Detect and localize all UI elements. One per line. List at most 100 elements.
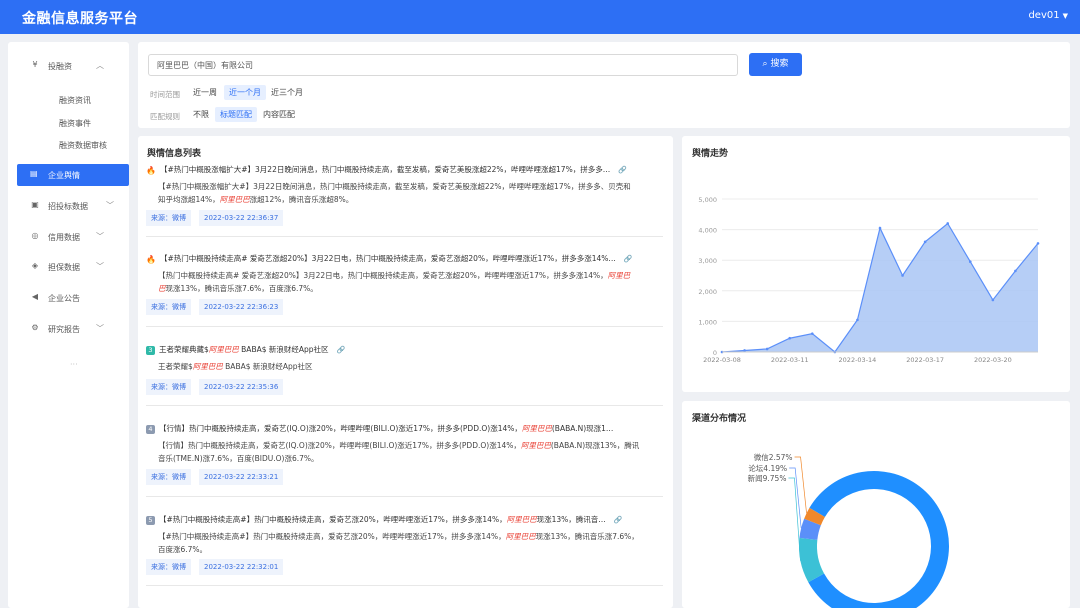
chevron-up-icon: ︿	[96, 61, 104, 70]
gear-icon: ⚙	[31, 323, 39, 332]
sidebar-item-sentiment[interactable]: ▤ 企业舆情	[17, 164, 129, 186]
news-icon: ▤	[30, 169, 38, 178]
y-tick-label: 2,000	[698, 288, 717, 296]
source-tag: 来源：微博	[146, 469, 191, 485]
divider	[146, 236, 663, 237]
item-body: 【#热门中概股持续走高#】热门中概股持续走高，爱奇艺涨20%，哔哩哔哩涨近17%…	[158, 532, 639, 554]
source-tag: 来源：微博	[146, 299, 191, 315]
x-tick-label: 2022-03-20	[974, 356, 1012, 364]
x-tick-label: 2022-03-11	[771, 356, 809, 364]
sidebar-collapse-toggle[interactable]: ···	[70, 360, 78, 369]
slice-leader-line	[789, 467, 802, 529]
y-tick-label: 3,000	[698, 257, 717, 265]
item-title[interactable]: 🔥 【#热门中概股涨幅扩大#】3月22日晚间消息，热门中概股持续走高，截至发稿，爱…	[146, 164, 646, 175]
data-point[interactable]	[901, 274, 904, 277]
data-point[interactable]	[991, 298, 995, 302]
chevron-down-icon: ﹀	[106, 201, 114, 210]
search-panel: 阿里巴巴（中国）有限公司 ⌕ 搜索 时间范围 近一周 近一个月 近三个月 匹配规…	[138, 42, 1070, 128]
sidebar-item-bidding[interactable]: ▣ 招投标数据 ﹀	[8, 195, 129, 217]
user-menu[interactable]: dev01 ▼	[1028, 10, 1068, 21]
credit-icon: ◎	[31, 231, 39, 240]
fire-icon: 🔥	[146, 254, 156, 264]
link-icon[interactable]: 🔗	[337, 346, 346, 354]
data-point[interactable]	[788, 336, 792, 340]
sidebar-item-label: 招投标数据	[48, 202, 88, 211]
item-title[interactable]: 4 【行情】热门中概股持续走高，爱奇艺(IQ.O)涨20%，哔哩哔哩(BILI.O…	[146, 423, 646, 434]
chevron-down-icon: ﹀	[96, 324, 104, 333]
time-option-3months[interactable]: 近三个月	[266, 85, 308, 100]
search-button[interactable]: ⌕ 搜索	[749, 53, 802, 76]
data-point[interactable]	[743, 349, 746, 352]
data-point[interactable]	[765, 347, 769, 351]
y-tick-label: 4,000	[698, 227, 717, 235]
slice-label: 论坛4.19%	[748, 463, 787, 473]
pie-slice-微博[interactable]	[808, 471, 949, 608]
match-option-content[interactable]: 内容匹配	[258, 107, 300, 122]
source-tag: 来源：微博	[146, 559, 191, 575]
data-point[interactable]	[946, 222, 950, 225]
chevron-down-icon: ﹀	[96, 262, 104, 271]
match-option-any[interactable]: 不限	[188, 107, 214, 122]
megaphone-icon: ◀	[31, 292, 39, 301]
chevron-down-icon: ﹀	[96, 232, 104, 241]
sidebar-item-announcements[interactable]: ◀ 企业公告	[8, 287, 129, 309]
keyword-highlight: 阿里巴	[607, 271, 631, 280]
sidebar-item-label: 信用数据	[48, 233, 80, 242]
chevron-down-icon: ▼	[1062, 12, 1068, 20]
sidebar-sub-financing-events[interactable]: 融资事件	[59, 118, 91, 129]
data-point[interactable]	[810, 332, 814, 335]
keyword-highlight: 阿里巴巴	[521, 424, 552, 433]
slice-leader-line	[788, 477, 801, 561]
y-tick-label: 1,000	[698, 318, 717, 326]
data-point[interactable]	[856, 318, 859, 322]
data-point[interactable]	[923, 240, 927, 244]
match-option-title[interactable]: 标题匹配	[215, 107, 257, 122]
match-rule-label: 匹配规则	[150, 112, 180, 121]
x-tick-label: 2022-03-17	[906, 356, 944, 364]
sentiment-list-panel: 舆情信息列表 🔥 【#热门中概股涨幅扩大#】3月22日晚间消息，热门中概股持续走高…	[138, 136, 673, 608]
sidebar-item-research[interactable]: ⚙ 研究报告 ﹀	[8, 318, 129, 340]
sidebar-item-label: 担保数据	[48, 263, 80, 272]
keyword-highlight: 巴	[158, 284, 166, 293]
time-option-month[interactable]: 近一个月	[224, 85, 266, 100]
link-icon[interactable]: 🔗	[618, 166, 627, 174]
link-icon[interactable]: 🔗	[614, 516, 623, 524]
link-icon[interactable]: 🔗	[624, 255, 633, 263]
item-title[interactable]: 🔥 【#热门中概股持续走高# 爱奇艺涨超20%】3月22日电，热门中概股持续走高，…	[146, 253, 646, 264]
item-body: 【行情】热门中概股持续走高，爱奇艺(IQ.O)涨20%，哔哩哔哩(BILI.O)…	[158, 441, 640, 463]
money-icon: ¥	[32, 60, 38, 69]
time-tag: 2022-03-22 22:36:23	[199, 299, 284, 315]
rank-badge: 3	[146, 345, 155, 355]
data-point[interactable]	[1014, 269, 1017, 273]
sidebar-sub-financing-news[interactable]: 融资资讯	[59, 95, 91, 106]
search-input[interactable]: 阿里巴巴（中国）有限公司	[148, 54, 738, 76]
item-title[interactable]: 5 【#热门中概股持续走高#】热门中概股持续走高，爱奇艺涨20%，哔哩哔哩涨近17…	[146, 514, 646, 525]
item-body: 【热门中概股持续走高# 爱奇艺涨超20%】3月22日电，热门中概股持续走高，爱奇…	[158, 271, 631, 293]
search-button-label: 搜索	[770, 59, 789, 69]
bid-icon: ▣	[31, 200, 39, 209]
sidebar-sub-financing-review[interactable]: 融资数据审核	[59, 140, 107, 151]
data-point[interactable]	[878, 226, 882, 230]
top-bar: 金融信息服务平台 dev01 ▼	[0, 0, 1080, 34]
source-tag: 来源：微博	[146, 379, 191, 395]
data-point[interactable]	[1036, 242, 1040, 245]
time-option-week[interactable]: 近一周	[188, 85, 222, 100]
sidebar-item-guarantee[interactable]: ◈ 担保数据 ﹀	[8, 256, 129, 278]
pie-slice-新闻[interactable]	[799, 537, 825, 583]
divider	[146, 326, 663, 327]
rank-badge: 4	[146, 424, 155, 434]
sidebar-item-label: 企业公告	[48, 294, 80, 303]
keyword-highlight: 阿里巴巴	[219, 195, 250, 204]
list-title: 舆情信息列表	[147, 149, 202, 159]
time-range-label: 时间范围	[150, 90, 180, 99]
sidebar-item-label: 投融资	[48, 62, 72, 71]
item-title[interactable]: 3 王者荣耀典藏$阿里巴巴 BABA$ 新浪财经App社区 🔗	[146, 344, 646, 355]
sidebar-item-credit[interactable]: ◎ 信用数据 ﹀	[8, 226, 129, 248]
fire-icon: 🔥	[146, 165, 156, 175]
distribution-panel: 渠道分布情况 新闻9.75% 论坛4.19% 微信2.57%	[682, 401, 1070, 608]
keyword-highlight: 阿里巴巴	[208, 345, 239, 354]
sidebar-item-label: 企业舆情	[48, 171, 80, 180]
sidebar-item-investment[interactable]: ¥ 投融资 ︿	[8, 55, 129, 77]
username: dev01	[1028, 10, 1060, 21]
data-point[interactable]	[968, 260, 972, 264]
